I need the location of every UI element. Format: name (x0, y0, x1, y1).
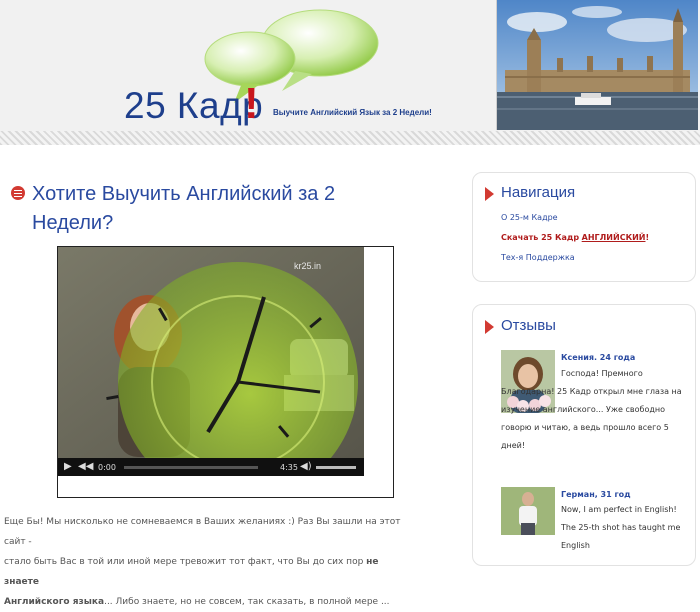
player-controls: ▶ ◀◀ 0:00 4:35 ◀) (58, 458, 364, 476)
volume-icon[interactable]: ◀) (300, 461, 312, 473)
volume-slider[interactable] (316, 466, 356, 469)
reviews-heading: Отзывы (501, 317, 556, 334)
excerpt-line-1: Еще Бы! Мы нисколько не сомневаемся в Ва… (4, 517, 401, 547)
nav-link-download[interactable]: Скачать 25 Кадр АНГЛИЙСКИЙ! (501, 233, 649, 242)
avatar (501, 487, 555, 535)
rewind-icon[interactable]: ◀◀ (78, 461, 93, 473)
review-text: Now, I am perfect in English! The 25-th … (561, 505, 681, 550)
arrow-icon (485, 320, 494, 334)
logo-title[interactable]: 25 Кадр (124, 84, 263, 128)
play-icon[interactable]: ▶ (64, 461, 72, 473)
excerpt-line-3: ... Либо знаете, но не совсем, так сказа… (104, 597, 390, 607)
logo-exclamation: ! (244, 79, 259, 128)
arrow-icon (485, 187, 494, 201)
review-author: Герман, 31 год (561, 490, 631, 499)
time-current: 0:00 (98, 463, 116, 472)
seek-bar[interactable] (124, 466, 258, 469)
london-parliament-photo (496, 0, 698, 130)
nav-download-exclaim: ! (645, 233, 650, 242)
nav-download-label: Скачать 25 Кадр (501, 233, 580, 242)
post-title[interactable]: Хотите Выучить Английский за 2 Недели? (32, 180, 362, 238)
post-icon (11, 186, 25, 200)
nav-download-highlight: АНГЛИЙСКИЙ (581, 233, 646, 242)
reviews-widget: Отзывы Ксения. 24 года Господа! Премного… (472, 304, 696, 566)
nav-link-about[interactable]: О 25-м Кадре (501, 213, 558, 222)
site-tagline: Выучите Английский Язык за 2 Недели! (273, 108, 432, 117)
excerpt-line-3-bold: Английского языка (4, 597, 105, 607)
post-excerpt: Еще Бы! Мы нисколько не сомневаемся в Ва… (4, 512, 404, 612)
video-watermark: kr25.in (294, 261, 322, 271)
review-author: Ксения. 24 года (561, 353, 636, 362)
header-divider (0, 131, 700, 145)
review-text: Господа! Премного Благодарна! 25 Кадр от… (501, 369, 682, 450)
video-embed: kr25.in ▶ ◀◀ 0:00 4:35 ◀) (57, 246, 394, 498)
site-header: 25 Кадр ! Выучите Английский Язык за 2 Н… (0, 0, 700, 140)
video-player[interactable]: kr25.in ▶ ◀◀ 0:00 4:35 ◀) (58, 247, 364, 476)
navigation-widget: Навигация О 25-м Кадре Скачать 25 Кадр А… (472, 172, 696, 282)
navigation-heading: Навигация (501, 184, 576, 201)
time-total: 4:35 (280, 463, 298, 472)
nav-link-support[interactable]: Тех-я Поддержка (501, 253, 575, 262)
excerpt-line-2: стало быть Вас в той или иной мере трево… (4, 557, 364, 567)
